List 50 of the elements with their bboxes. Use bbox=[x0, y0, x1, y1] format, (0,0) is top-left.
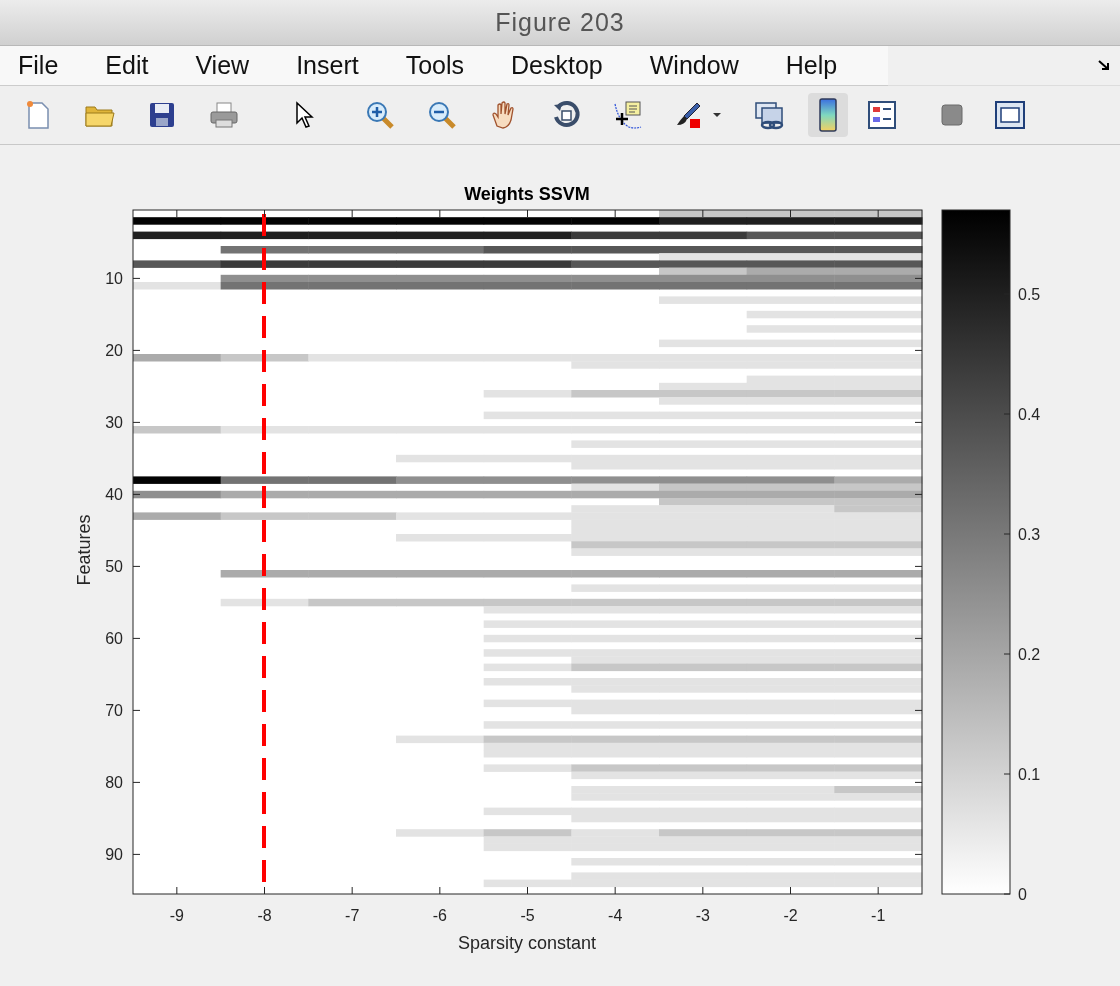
menu-item[interactable]: Window bbox=[649, 51, 739, 80]
y-tick-label: 10 bbox=[105, 270, 123, 288]
y-tick-label: 30 bbox=[105, 414, 123, 432]
cursor-arrow-icon bbox=[294, 101, 314, 129]
colorbar-tick-label: 0 bbox=[1018, 886, 1027, 903]
data-cursor-icon bbox=[613, 100, 643, 130]
menu-item[interactable]: Insert bbox=[296, 51, 359, 80]
colorbar-icon bbox=[819, 98, 837, 132]
y-axis-label: Features bbox=[74, 514, 94, 586]
y-tick-label: 40 bbox=[105, 486, 123, 504]
colorbar-tick-label: 0.4 bbox=[1018, 406, 1041, 423]
window-panels-icon bbox=[994, 100, 1026, 130]
printer-icon bbox=[209, 101, 239, 129]
zoom-out-icon bbox=[427, 100, 457, 130]
colorbar-tick-label: 0.5 bbox=[1018, 286, 1041, 303]
y-tick-label: 90 bbox=[105, 846, 123, 864]
x-tick-label: -3 bbox=[695, 907, 710, 924]
y-tick-label: 50 bbox=[105, 558, 123, 576]
menu-item[interactable]: Tools bbox=[405, 51, 465, 80]
window-title: Figure 203 bbox=[495, 8, 625, 37]
menu-item[interactable]: Help bbox=[785, 51, 838, 80]
zoom-in-icon bbox=[365, 100, 395, 130]
menu-item[interactable]: Desktop bbox=[511, 51, 603, 80]
y-tick-label: 60 bbox=[105, 630, 123, 648]
plot-title: Weights SSVM bbox=[464, 184, 590, 204]
linked-windows-icon bbox=[754, 100, 786, 130]
x-tick-label: -5 bbox=[520, 907, 535, 924]
menu-item[interactable]: View bbox=[195, 51, 250, 80]
x-axis-label: Sparsity constant bbox=[457, 933, 597, 953]
rotate-3d-icon bbox=[551, 100, 581, 130]
new-file-icon bbox=[25, 100, 51, 130]
x-tick-label: -7 bbox=[345, 907, 360, 924]
x-tick-label: -6 bbox=[432, 907, 447, 924]
x-tick-label: -4 bbox=[608, 907, 623, 924]
menu-item[interactable]: Edit bbox=[105, 51, 149, 80]
menu-item[interactable]: File bbox=[18, 51, 59, 80]
colorbar-tick-label: 0.3 bbox=[1018, 526, 1041, 543]
x-tick-label: -2 bbox=[783, 907, 798, 924]
dock-arrow-icon[interactable] bbox=[1098, 59, 1112, 72]
x-tick-label: -1 bbox=[871, 907, 886, 924]
x-tick-label: -9 bbox=[169, 907, 184, 924]
y-tick-label: 70 bbox=[105, 702, 123, 720]
legend-icon bbox=[867, 100, 897, 130]
x-tick-label: -8 bbox=[257, 907, 272, 924]
square-icon bbox=[941, 104, 963, 126]
caret-icon bbox=[712, 112, 722, 118]
y-tick-label: 20 bbox=[105, 342, 123, 360]
colorbar-tick-label: 0.1 bbox=[1018, 766, 1041, 783]
colorbar-tick-label: 0.2 bbox=[1018, 646, 1041, 663]
y-tick-label: 80 bbox=[105, 774, 123, 792]
